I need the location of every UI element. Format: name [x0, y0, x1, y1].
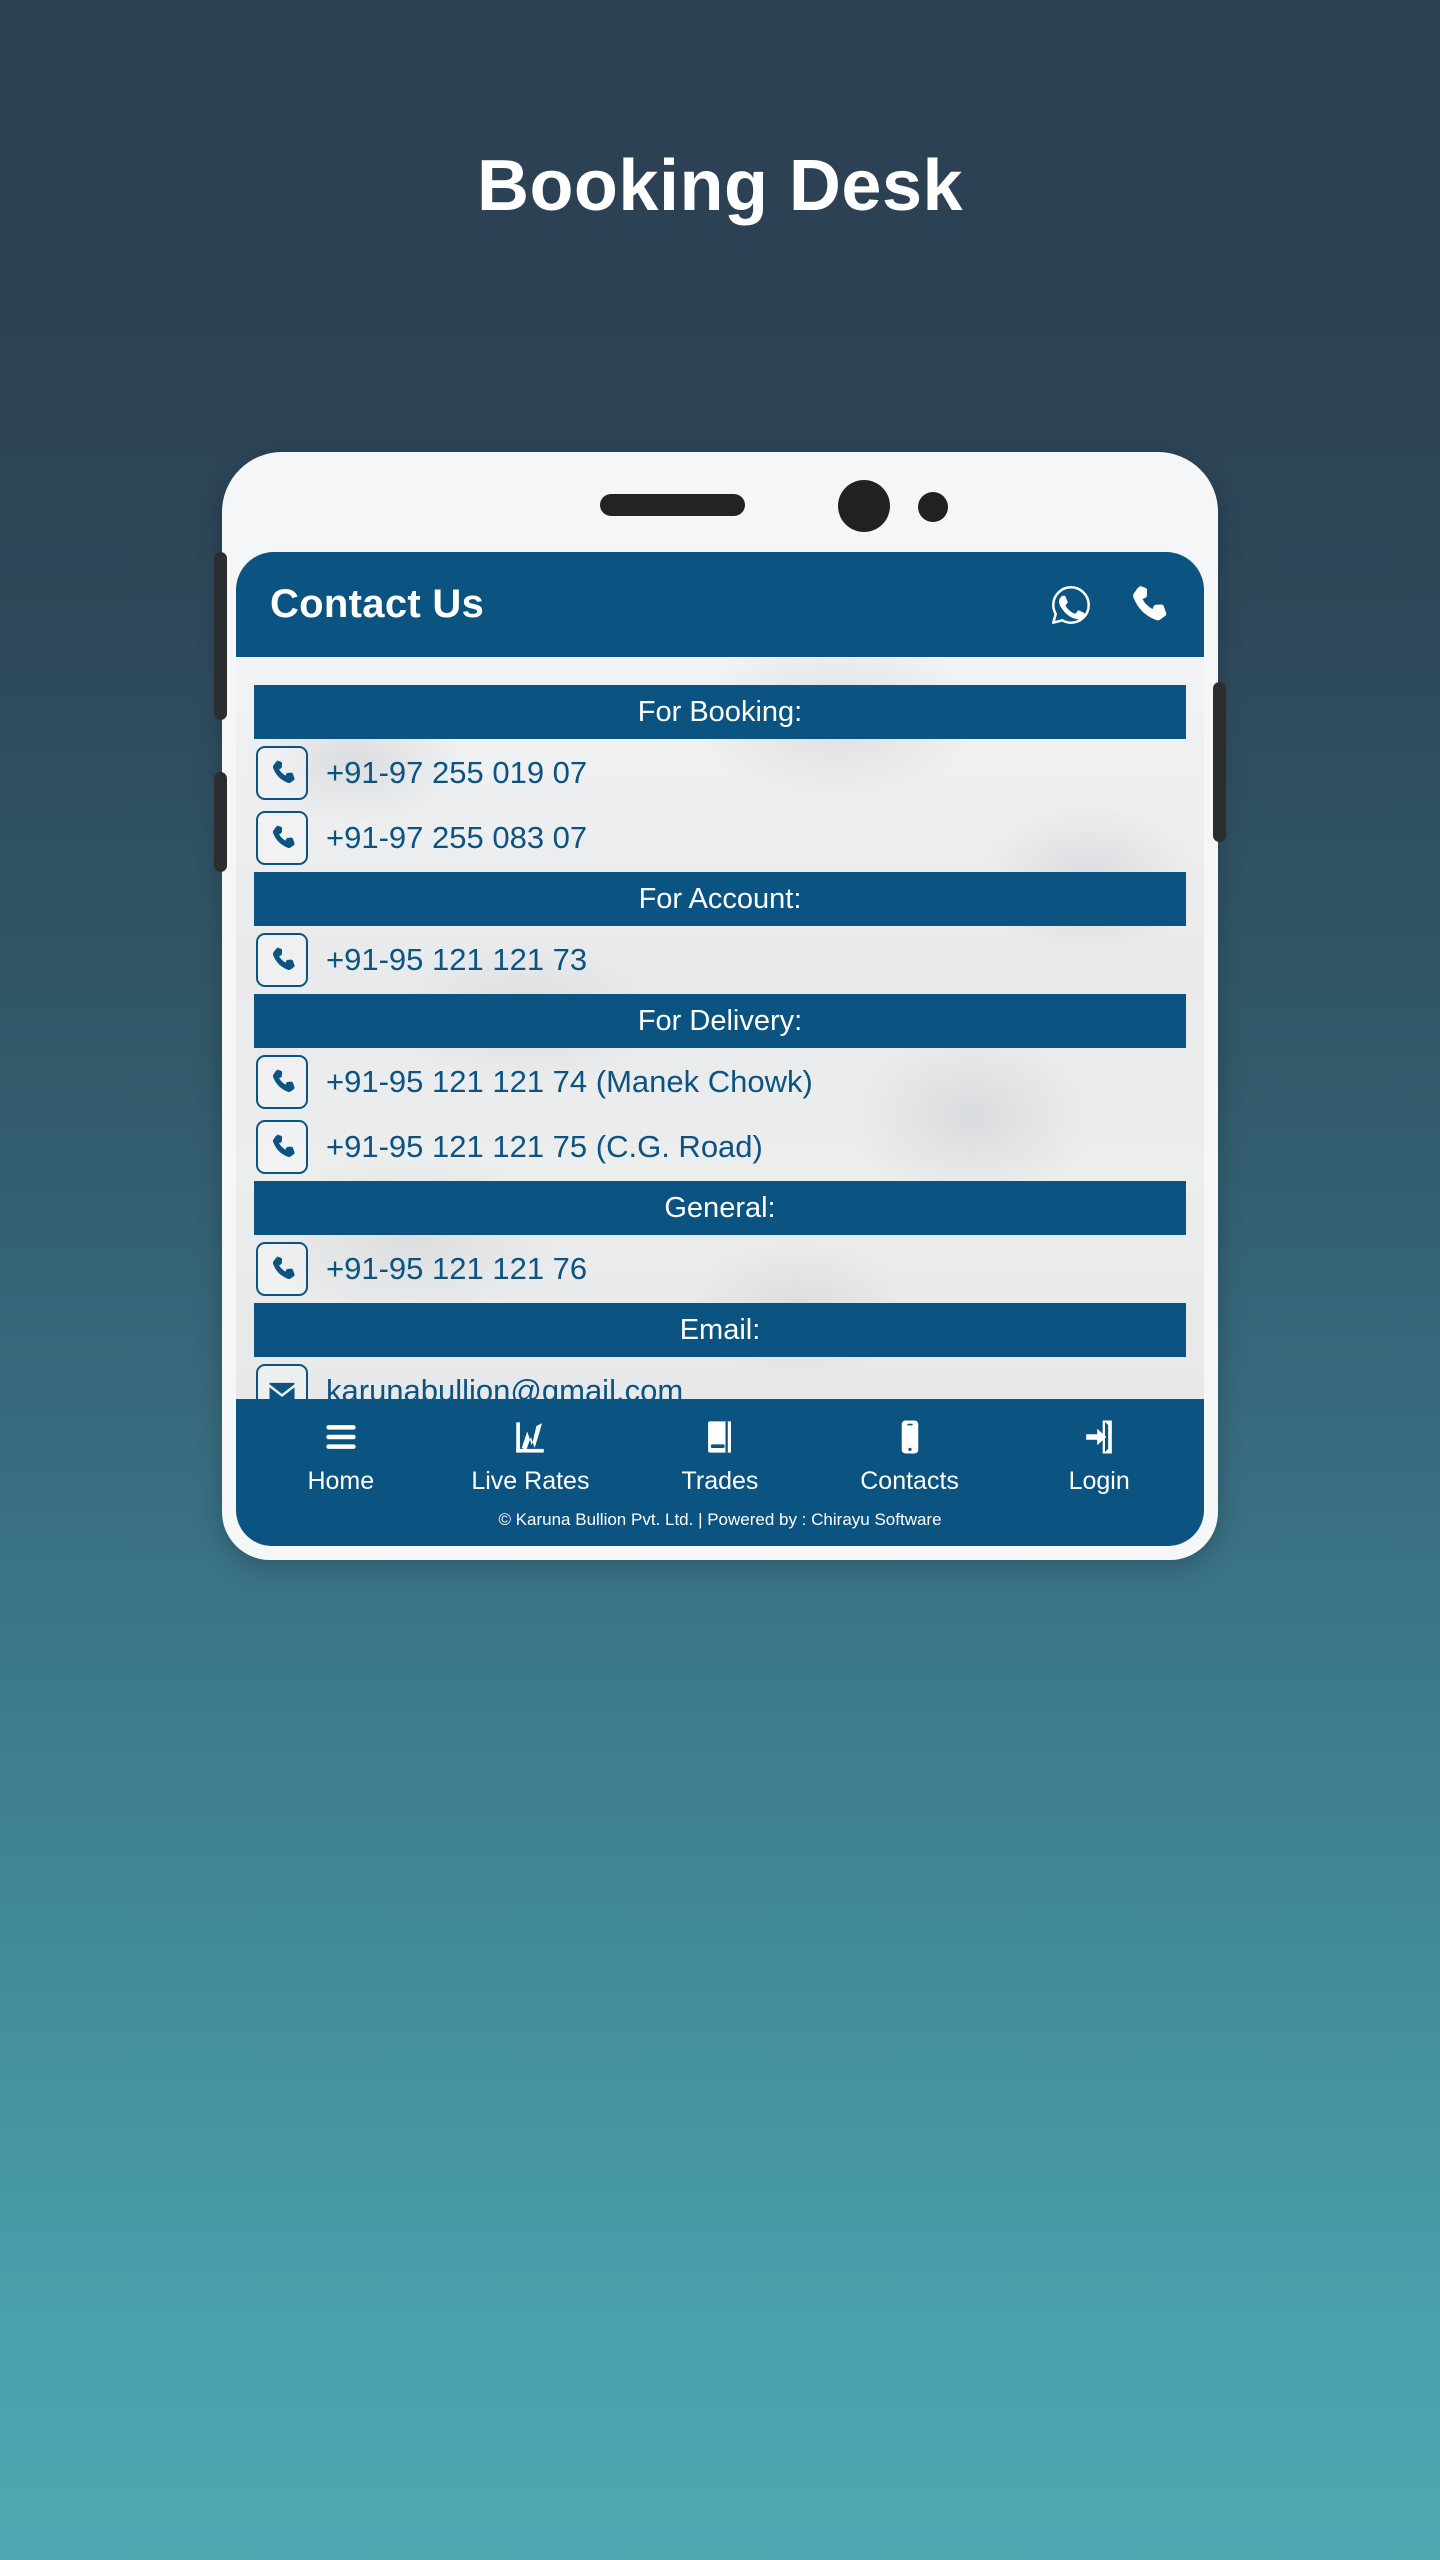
contact-value: +91-95 121 121 74 (Manek Chowk): [326, 1063, 813, 1099]
section-heading-email: Email:: [254, 1303, 1186, 1357]
page-title: Booking Desk: [476, 146, 964, 226]
contact-value: karunabullion@gmail.com: [326, 1372, 684, 1399]
section-heading-booking: For Booking:: [254, 685, 1186, 739]
envelope-icon: [256, 1364, 308, 1399]
earpiece-speaker: [600, 494, 745, 516]
whatsapp-icon[interactable]: [1048, 582, 1094, 628]
section-heading-general: General:: [254, 1181, 1186, 1235]
contact-row[interactable]: +91-97 255 019 07: [254, 742, 1186, 804]
app-header-title: Contact Us: [270, 582, 485, 626]
contact-row[interactable]: +91-95 121 121 74 (Manek Chowk): [254, 1051, 1186, 1113]
nav-label: Home: [307, 1467, 375, 1495]
phone-top-bar: [222, 452, 1218, 552]
app-header: Contact Us: [236, 552, 1204, 657]
nav-item-login[interactable]: Login: [1004, 1415, 1194, 1496]
contact-value: +91-97 255 019 07: [326, 754, 588, 790]
phone-icon: [256, 1120, 308, 1174]
chart-icon: [516, 1422, 545, 1453]
phone-icon: [256, 746, 308, 800]
power-button[interactable]: [1213, 682, 1226, 842]
nav-label: Login: [1068, 1467, 1130, 1495]
contact-value: +91-95 121 121 76: [326, 1250, 588, 1286]
contact-value: +91-95 121 121 75 (C.G. Road): [326, 1128, 763, 1164]
nav-label: Live Rates: [471, 1467, 590, 1495]
phone-icon[interactable]: [1124, 582, 1170, 628]
sensor-icon: [918, 492, 948, 522]
phone-mockup: Contact Us For Booking: +91-97 255 019 0…: [214, 452, 1226, 1560]
nav-item-home[interactable]: Home: [246, 1415, 436, 1496]
phone-icon: [256, 1242, 308, 1296]
contact-row[interactable]: +91-95 121 121 76: [254, 1238, 1186, 1300]
phone-icon: [256, 1055, 308, 1109]
contact-list: For Booking: +91-97 255 019 07 +91-97 25…: [236, 657, 1204, 1399]
phone-icon: [256, 811, 308, 865]
section-heading-delivery: For Delivery:: [254, 994, 1186, 1048]
front-camera-icon: [838, 480, 890, 532]
login-icon: [1086, 1420, 1113, 1454]
contact-row[interactable]: +91-95 121 121 75 (C.G. Road): [254, 1116, 1186, 1178]
contact-value: +91-97 255 083 07: [326, 819, 588, 855]
section-heading-account: For Account:: [254, 872, 1186, 926]
contact-row[interactable]: karunabullion@gmail.com: [254, 1360, 1186, 1399]
nav-label: Contacts: [860, 1467, 959, 1495]
app-header-actions: [1048, 582, 1170, 628]
bottom-navigation: Home Live Rates Trades Contacts Login: [236, 1399, 1204, 1502]
mobile-icon: [901, 1420, 918, 1454]
contact-list-container[interactable]: For Booking: +91-97 255 019 07 +91-97 25…: [236, 657, 1204, 1399]
book-icon: [708, 1421, 731, 1453]
nav-item-live-rates[interactable]: Live Rates: [436, 1415, 626, 1496]
contact-value: +91-95 121 121 73: [326, 941, 588, 977]
nav-item-contacts[interactable]: Contacts: [815, 1415, 1005, 1496]
phone-icon: [256, 933, 308, 987]
hamburger-icon: [326, 1425, 356, 1449]
nav-label: Trades: [681, 1467, 759, 1495]
footer-text: © Karuna Bullion Pvt. Ltd. | Powered by …: [236, 1502, 1204, 1546]
contact-row[interactable]: +91-95 121 121 73: [254, 929, 1186, 991]
volume-down-button[interactable]: [214, 772, 227, 872]
contact-row[interactable]: +91-97 255 083 07: [254, 807, 1186, 869]
volume-up-button[interactable]: [214, 552, 227, 720]
app-screen: Contact Us For Booking: +91-97 255 019 0…: [236, 552, 1204, 1546]
nav-item-trades[interactable]: Trades: [625, 1415, 815, 1496]
